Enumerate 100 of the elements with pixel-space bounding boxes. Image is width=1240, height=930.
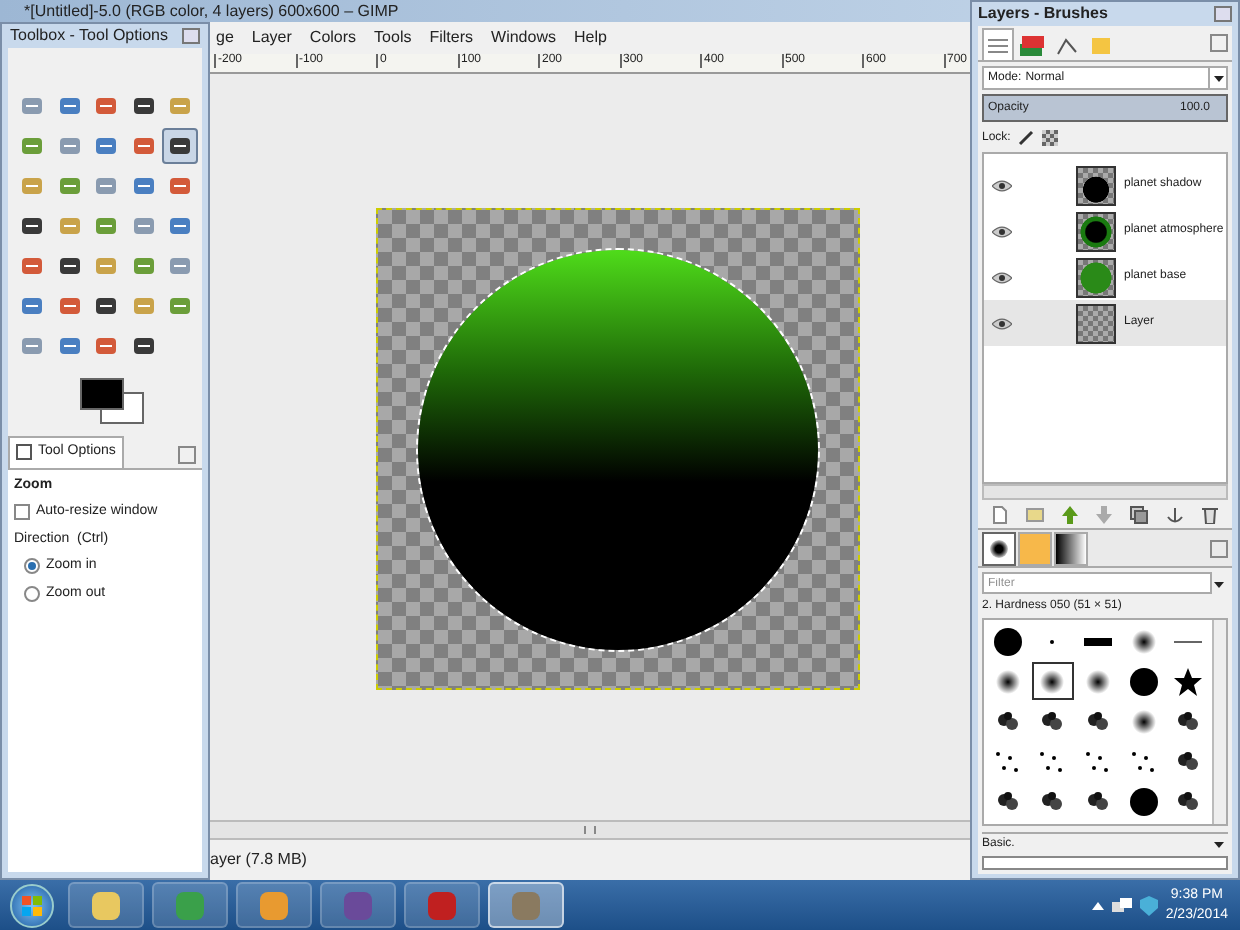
taskbar-button[interactable] bbox=[152, 882, 228, 928]
eye-icon[interactable] bbox=[992, 225, 1012, 237]
tab-menu-button[interactable] bbox=[178, 445, 196, 463]
window-title: Layers - Brushes bbox=[978, 2, 1108, 26]
tool-icon bbox=[168, 254, 193, 278]
tool-icon bbox=[94, 134, 119, 158]
up-arrow-icon[interactable] bbox=[1061, 505, 1078, 523]
up-caret-icon[interactable] bbox=[1091, 900, 1104, 910]
tool-icon bbox=[94, 254, 119, 278]
foreground-color-swatch[interactable] bbox=[80, 378, 124, 410]
tab-menu-button[interactable] bbox=[1210, 540, 1228, 558]
duplicate-icon[interactable] bbox=[1130, 505, 1149, 523]
brush-tip-icon bbox=[990, 540, 1008, 558]
shield-icon[interactable] bbox=[1139, 895, 1158, 915]
tool-icon bbox=[131, 254, 156, 278]
folder-icon[interactable] bbox=[1025, 506, 1044, 522]
tool-icon bbox=[57, 334, 82, 358]
text-field[interactable] bbox=[982, 856, 1228, 870]
app-icon bbox=[174, 889, 206, 921]
close-button[interactable] bbox=[1214, 6, 1232, 22]
start-button[interactable] bbox=[10, 883, 54, 927]
tool-icon bbox=[168, 94, 193, 118]
menu-item[interactable]: Layer bbox=[251, 26, 292, 50]
menu-item[interactable]: ge bbox=[216, 26, 234, 50]
new-layer-icon[interactable] bbox=[991, 505, 1008, 523]
taskbar-button[interactable] bbox=[404, 882, 480, 928]
tool-button[interactable] bbox=[162, 128, 199, 164]
layer-thumbnail bbox=[1076, 257, 1116, 297]
tool-icon bbox=[57, 134, 82, 158]
menu-item[interactable]: Windows bbox=[491, 26, 556, 50]
tool-icon bbox=[168, 214, 193, 238]
taskbar-button[interactable] bbox=[320, 882, 396, 928]
taskbar-button[interactable] bbox=[68, 882, 144, 928]
brush-thumbnail[interactable] bbox=[1031, 662, 1075, 701]
taskbar-button[interactable] bbox=[236, 882, 312, 928]
path-icon bbox=[1055, 35, 1077, 55]
tool-icon bbox=[168, 134, 193, 158]
gradients-tab[interactable] bbox=[1054, 532, 1088, 566]
tool-icon bbox=[20, 294, 44, 318]
tool-icon bbox=[94, 294, 119, 318]
tool-icon bbox=[57, 174, 82, 198]
tool-icon bbox=[57, 254, 82, 278]
tool-icon bbox=[131, 294, 156, 318]
down-arrow-icon[interactable] bbox=[1095, 505, 1112, 523]
layers-icon bbox=[988, 36, 1008, 54]
tool-options-icon bbox=[16, 444, 32, 461]
eye-icon[interactable] bbox=[992, 179, 1012, 191]
layer-thumbnail bbox=[1076, 303, 1116, 343]
menu-item[interactable]: Help bbox=[573, 26, 607, 50]
status-text: ayer (7.8 MB) bbox=[210, 848, 307, 872]
layers-tab[interactable] bbox=[982, 28, 1014, 60]
network-icon[interactable] bbox=[1111, 897, 1132, 913]
layer-thumbnail bbox=[1076, 211, 1116, 251]
tool-icon bbox=[20, 94, 44, 118]
radio-button[interactable] bbox=[24, 585, 40, 602]
app-icon bbox=[258, 889, 290, 921]
tool-icon bbox=[94, 94, 119, 118]
channels-tab[interactable] bbox=[1016, 30, 1048, 60]
list-scrollbar[interactable] bbox=[982, 484, 1228, 500]
trash-icon[interactable] bbox=[1202, 505, 1219, 523]
tool-icon bbox=[94, 214, 119, 238]
tool-icon bbox=[57, 94, 82, 118]
eye-icon[interactable] bbox=[992, 271, 1012, 283]
tool-icon bbox=[20, 254, 44, 278]
tool-icon bbox=[20, 174, 44, 198]
app-icon bbox=[510, 889, 542, 921]
anchor-icon[interactable] bbox=[1166, 505, 1185, 523]
tool-icon bbox=[131, 174, 156, 198]
menu-item[interactable]: Colors bbox=[309, 26, 357, 50]
tool-icon bbox=[20, 334, 44, 358]
menu-item[interactable]: Tools bbox=[374, 26, 412, 50]
brushes-tab[interactable] bbox=[982, 532, 1016, 566]
tool-icon bbox=[57, 294, 82, 318]
tool-icon bbox=[20, 214, 44, 238]
dropdown-arrow-icon bbox=[1208, 68, 1226, 88]
tool-icon bbox=[131, 214, 156, 238]
vertical-scrollbar[interactable] bbox=[1212, 620, 1226, 824]
app-icon bbox=[426, 889, 458, 921]
app-icon bbox=[342, 889, 374, 921]
layer-thumbnail bbox=[1076, 165, 1116, 205]
tool-icon bbox=[131, 334, 156, 358]
windows-logo-icon bbox=[22, 895, 42, 915]
horizontal-scrollbar[interactable] bbox=[210, 820, 970, 840]
checkbox[interactable] bbox=[14, 504, 30, 521]
brush-icon[interactable] bbox=[1018, 130, 1035, 146]
menu-item[interactable]: Filters bbox=[429, 26, 474, 50]
tool-icon bbox=[20, 134, 44, 158]
stacked-sheets-icon bbox=[1020, 35, 1044, 55]
taskbar-button[interactable] bbox=[488, 882, 564, 928]
window-title: *[Untitled]-5.0 (RGB color, 4 layers) 600x600 – GIMP bbox=[24, 1, 399, 21]
tool-icon bbox=[168, 294, 193, 318]
tool-icon bbox=[131, 134, 156, 158]
tab-menu-button[interactable] bbox=[1210, 34, 1228, 52]
tool-icon bbox=[168, 174, 193, 198]
checker-icon[interactable] bbox=[1042, 130, 1059, 146]
radio-button[interactable] bbox=[24, 558, 40, 575]
close-button[interactable] bbox=[182, 28, 200, 44]
window-title: Toolbox - Tool Options bbox=[10, 24, 169, 48]
eye-icon[interactable] bbox=[992, 317, 1012, 329]
tool-icon bbox=[94, 174, 119, 198]
